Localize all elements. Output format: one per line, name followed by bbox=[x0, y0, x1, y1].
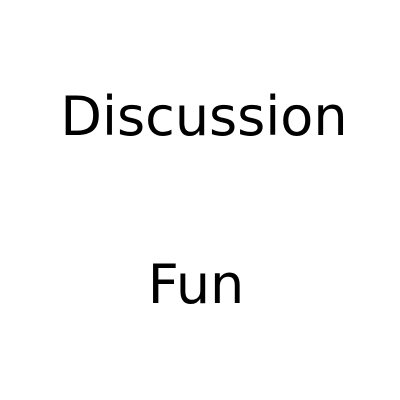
discussion-text: Discussion bbox=[60, 85, 348, 148]
fun-text: Fun bbox=[147, 253, 245, 316]
slide-canvas: Discussion Fun bbox=[0, 0, 400, 400]
